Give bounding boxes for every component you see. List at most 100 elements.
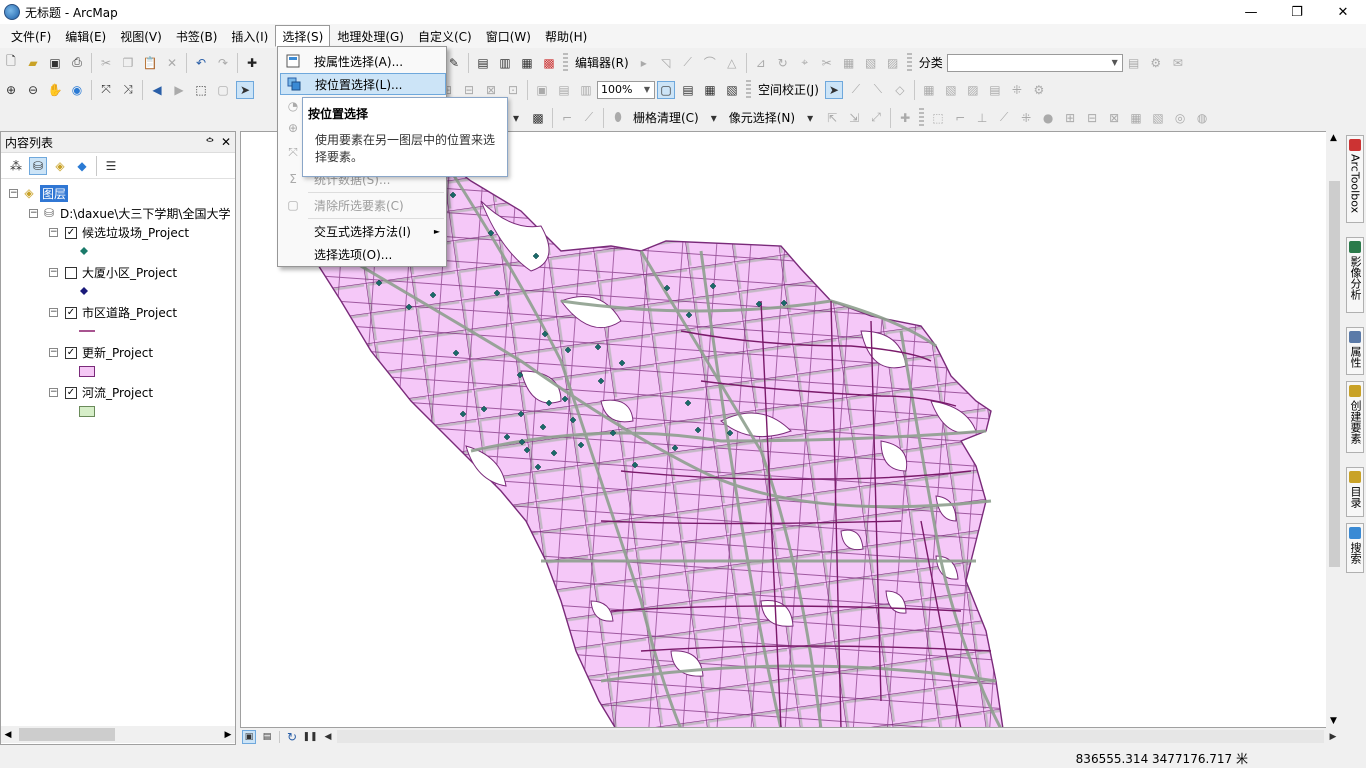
layout-draft-icon[interactable]: ▤ — [679, 81, 697, 99]
zoom-out-icon[interactable]: ⊖ — [24, 81, 42, 99]
close-button[interactable]: ✕ — [1320, 0, 1366, 24]
raster-tool-icon[interactable]: ▾ — [507, 109, 525, 127]
maximize-button[interactable]: ❐ — [1274, 0, 1320, 24]
adjust-options-icon[interactable]: ⚙ — [1030, 81, 1048, 99]
collapse-icon[interactable]: − — [49, 228, 58, 237]
select-by-location-item[interactable]: 按位置选择(L)... — [280, 73, 446, 95]
layout-zoom-in-icon[interactable]: ▣ — [533, 81, 551, 99]
layer-row[interactable]: − ✓ 河流_Project — [49, 384, 153, 401]
envelope-icon[interactable]: ✉ — [1169, 54, 1187, 72]
classify-options-icon[interactable]: ⚙ — [1147, 54, 1165, 72]
back-extent-icon[interactable]: ◀ — [148, 81, 166, 99]
tab-attributes[interactable]: 属性 — [1346, 327, 1364, 375]
cut-icon[interactable]: ✂ — [97, 54, 115, 72]
layout-zoom-combo[interactable]: 100% ▼ — [597, 80, 655, 99]
pan-hand-icon[interactable]: ✋ — [46, 81, 64, 99]
layer-visibility-checkbox[interactable]: ✓ — [65, 346, 77, 359]
menu-view[interactable]: 视图(V) — [113, 25, 169, 47]
reshape-icon[interactable]: ⌖ — [796, 54, 814, 72]
raster-paint-icon[interactable]: ▩ — [529, 109, 547, 127]
collapse-icon[interactable]: − — [49, 388, 58, 397]
attribute-transfer-icon[interactable]: ▤ — [986, 81, 1004, 99]
view-link-table-icon[interactable]: ▦ — [920, 81, 938, 99]
redo-icon[interactable]: ↷ — [214, 54, 232, 72]
tab-image-analysis[interactable]: 影像分析 — [1346, 237, 1364, 313]
tab-arctoolbox[interactable]: ArcToolbox — [1346, 135, 1364, 223]
data-view-icon[interactable]: ▣ — [242, 729, 256, 744]
layers-root-label[interactable]: 图层 — [40, 184, 69, 202]
save-icon[interactable]: ▣ — [46, 54, 64, 72]
fixed-zoom-in-icon[interactable]: ⤧ — [97, 81, 115, 99]
add-data-icon[interactable]: ✚ — [243, 54, 261, 72]
list-by-selection-icon[interactable]: ◆ — [73, 157, 91, 175]
georef-icon-4[interactable]: ⊡ — [504, 81, 522, 99]
delete-icon[interactable]: ✕ — [163, 54, 181, 72]
print-icon[interactable]: ⎙ — [68, 54, 86, 72]
construction-tools-icon[interactable]: △ — [723, 54, 741, 72]
paste-icon[interactable]: 📋 — [141, 54, 159, 72]
collapse-icon[interactable]: − — [49, 348, 58, 357]
toc-hscrollbar[interactable]: ◀ ▶ — [1, 726, 235, 743]
georef-icon-3[interactable]: ⊠ — [482, 81, 500, 99]
raster-line-icon[interactable]: ⌐ — [558, 109, 576, 127]
collapse-icon[interactable]: − — [29, 208, 38, 218]
collapse-icon[interactable]: − — [49, 268, 58, 277]
adjust-preview-icon[interactable]: ⁜ — [1008, 81, 1026, 99]
layer-row[interactable]: − ✓ 更新_Project — [49, 344, 153, 361]
menu-edit[interactable]: 编辑(E) — [58, 25, 113, 47]
vectorization-icon[interactable]: ⬚ — [929, 109, 947, 127]
copy-icon[interactable]: ❐ — [119, 54, 137, 72]
datasource-row[interactable]: − ⛁ D:\daxue\大三下学期\全国大学 — [29, 204, 230, 222]
full-extent-icon[interactable]: ◉ — [68, 81, 86, 99]
layer-name[interactable]: 更新_Project — [82, 344, 153, 361]
vectorization-12-icon[interactable]: ◎ — [1171, 109, 1189, 127]
editor-icon[interactable]: ✎ — [445, 54, 463, 72]
straight-segment-icon[interactable]: ⟋ — [679, 54, 697, 72]
classify-layer-combo[interactable]: ▼ — [946, 53, 1123, 72]
layer-visibility-checkbox[interactable]: ✓ — [65, 226, 77, 239]
layout-change-icon[interactable]: ▧ — [723, 81, 741, 99]
layer-name[interactable]: 市区道路_Project — [82, 304, 177, 321]
raster-add-icon[interactable]: ✚ — [896, 109, 914, 127]
new-displacement-icon[interactable]: ⟋ — [847, 81, 865, 99]
vectorization-2-icon[interactable]: ⌐ — [951, 109, 969, 127]
catalog-icon[interactable]: ▥ — [496, 54, 514, 72]
list-by-drawing-order-icon[interactable]: ⁂ — [7, 157, 25, 175]
sketch-properties-icon[interactable]: ▧ — [862, 54, 880, 72]
open-folder-icon[interactable]: ▰ — [24, 54, 42, 72]
select-features-icon[interactable]: ⬚ — [192, 81, 210, 99]
vectorization-9-icon[interactable]: ⊠ — [1105, 109, 1123, 127]
limited-adjust-icon[interactable]: ▧ — [942, 81, 960, 99]
editor-menu[interactable]: 编辑器(R) — [571, 54, 633, 71]
selection-options-item[interactable]: 选择选项(O)... — [278, 243, 446, 265]
layer-row[interactable]: − 大厦小区_Project — [49, 264, 177, 281]
vectorization-6-icon[interactable]: ● — [1039, 109, 1057, 127]
cut-polygons-icon[interactable]: ✂ — [818, 54, 836, 72]
select-by-attributes-item[interactable]: 按属性选择(A)... — [278, 50, 446, 72]
layer-name[interactable]: 大厦小区_Project — [82, 264, 177, 281]
layer-row[interactable]: − ✓ 候选垃圾场_Project — [49, 224, 189, 241]
tab-catalog[interactable]: 目录 — [1346, 467, 1364, 517]
list-by-visibility-icon[interactable]: ◈ — [51, 157, 69, 175]
cell-selection-menu[interactable]: 像元选择(N) — [725, 109, 799, 126]
tab-create-features[interactable]: 创建要素 — [1346, 381, 1364, 453]
layer-visibility-checkbox[interactable]: ✓ — [65, 386, 77, 399]
select-arrow-icon[interactable]: ➤ — [824, 80, 843, 99]
layers-root[interactable]: − ◈ 图层 — [9, 184, 69, 202]
layer-name[interactable]: 河流_Project — [82, 384, 153, 401]
clear-selected-item[interactable]: ▢ 清除所选要素(C) — [278, 194, 446, 216]
arc-segment-icon[interactable]: ⌒ — [701, 54, 719, 72]
edit-annotation-icon[interactable]: ◹ — [657, 54, 675, 72]
list-by-source-icon[interactable]: ⛁ — [29, 156, 47, 175]
scroll-left-icon[interactable]: ◀ — [321, 730, 335, 744]
layout-view-icon[interactable]: ▤ — [260, 730, 274, 744]
menu-file[interactable]: 文件(F) — [4, 25, 58, 47]
layout-pan-icon[interactable]: ▥ — [577, 81, 595, 99]
menu-selection[interactable]: 选择(S) — [275, 25, 331, 47]
search-window-icon[interactable]: ▦ — [518, 54, 536, 72]
menu-help[interactable]: 帮助(H) — [538, 25, 594, 47]
tab-search[interactable]: 搜索 — [1346, 523, 1364, 573]
vectorization-7-icon[interactable]: ⊞ — [1061, 109, 1079, 127]
forward-extent-icon[interactable]: ▶ — [170, 81, 188, 99]
layer-row[interactable]: − ✓ 市区道路_Project — [49, 304, 177, 321]
